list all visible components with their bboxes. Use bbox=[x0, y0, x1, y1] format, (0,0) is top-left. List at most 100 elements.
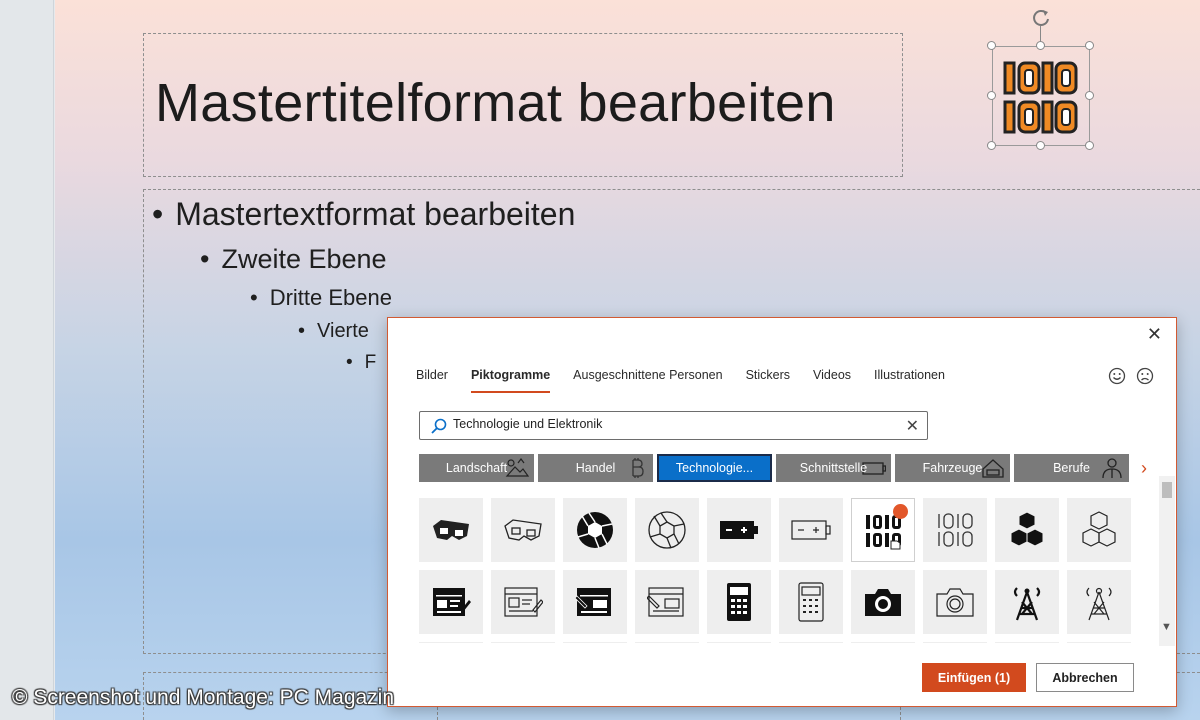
aperture-filled-icon bbox=[577, 512, 613, 549]
icon-grid-scrollbar[interactable]: ▼ bbox=[1159, 476, 1175, 646]
icon-tile[interactable] bbox=[851, 570, 915, 634]
slide-title: Mastertitelformat bearbeiten bbox=[155, 73, 836, 133]
icon-tile[interactable] bbox=[419, 570, 483, 634]
binary-outline-icon bbox=[938, 513, 973, 547]
close-button[interactable]: ✕ bbox=[1147, 324, 1162, 345]
camera-filled-icon bbox=[865, 589, 901, 616]
feedback-group bbox=[1108, 367, 1154, 385]
icon-tile[interactable] bbox=[635, 498, 699, 562]
blocks-filled-icon bbox=[1010, 511, 1044, 547]
battery-filled-icon bbox=[720, 521, 758, 539]
icon-tile[interactable] bbox=[995, 642, 1059, 643]
icon-tile[interactable] bbox=[779, 642, 843, 643]
rotate-handle-icon[interactable] bbox=[1030, 7, 1052, 29]
browser-edit-outline-2-icon bbox=[647, 587, 684, 617]
icon-tile[interactable] bbox=[635, 642, 699, 643]
resize-handle[interactable] bbox=[1085, 141, 1094, 150]
resize-handle[interactable] bbox=[987, 141, 996, 150]
bullet-level-3: • Dritte Ebene bbox=[250, 285, 392, 310]
bullet-level-2: • Zweite Ebene bbox=[200, 244, 387, 274]
browser-edit-filled-icon bbox=[433, 588, 471, 616]
icon-tile[interactable] bbox=[563, 570, 627, 634]
icon-tile[interactable] bbox=[1067, 498, 1131, 562]
tab-stickers[interactable]: Stickers bbox=[746, 368, 790, 393]
icon-tile[interactable] bbox=[923, 498, 987, 562]
tab-illustrationen[interactable]: Illustrationen bbox=[874, 368, 945, 393]
chips-next-button[interactable]: › bbox=[1141, 458, 1147, 479]
cancel-button[interactable]: Abbrechen bbox=[1036, 663, 1134, 692]
smile-feedback-icon[interactable] bbox=[1108, 367, 1126, 385]
image-credit: © Screenshot und Montage: PC Magazin bbox=[12, 686, 395, 709]
icon-tile[interactable] bbox=[707, 498, 771, 562]
icon-tile[interactable] bbox=[995, 498, 1059, 562]
icon-tile[interactable] bbox=[419, 498, 483, 562]
icon-grid bbox=[419, 498, 1134, 643]
tab-videos[interactable]: Videos bbox=[813, 368, 851, 393]
icon-tile[interactable] bbox=[851, 642, 915, 643]
title-placeholder[interactable]: Mastertitelformat bearbeiten bbox=[143, 33, 903, 177]
icon-tile[interactable] bbox=[1067, 570, 1131, 634]
inserted-binary-icon[interactable] bbox=[992, 46, 1090, 146]
antenna-outline-icon bbox=[1086, 587, 1112, 621]
battery-outline-icon bbox=[791, 520, 831, 540]
category-chips: Landschaft Handel Technologie... Schnitt… bbox=[419, 454, 1129, 482]
resize-handle[interactable] bbox=[1036, 141, 1045, 150]
chip-handel[interactable]: Handel bbox=[538, 454, 653, 482]
scrollbar-thumb[interactable] bbox=[1162, 482, 1172, 498]
chip-berufe[interactable]: Berufe bbox=[1014, 454, 1129, 482]
selected-check-icon bbox=[893, 504, 908, 519]
browser-edit-outline-icon bbox=[504, 587, 543, 617]
icon-tile[interactable] bbox=[491, 642, 555, 643]
icon-tile[interactable] bbox=[563, 498, 627, 562]
resize-handle[interactable] bbox=[1085, 91, 1094, 100]
tab-ausgeschnittene-personen[interactable]: Ausgeschnittene Personen bbox=[573, 368, 722, 393]
icon-tile[interactable] bbox=[779, 570, 843, 634]
tab-bilder[interactable]: Bilder bbox=[416, 368, 448, 393]
frown-feedback-icon[interactable] bbox=[1136, 367, 1154, 385]
chip-landschaft[interactable]: Landschaft bbox=[419, 454, 534, 482]
binary-icon bbox=[1003, 61, 1078, 134]
chip-schnittstelle[interactable]: Schnittstelle bbox=[776, 454, 891, 482]
resize-handle[interactable] bbox=[987, 91, 996, 100]
icon-tile[interactable] bbox=[491, 570, 555, 634]
search-input[interactable] bbox=[453, 417, 893, 431]
camera-outline-icon bbox=[936, 588, 974, 617]
calculator-filled-icon bbox=[727, 583, 751, 621]
insert-icons-dialog: ✕ Bilder Piktogramme Ausgeschnittene Per… bbox=[387, 317, 1177, 707]
landscape-icon bbox=[505, 458, 529, 477]
bullet-level-5: • F bbox=[346, 352, 377, 373]
search-box[interactable]: ✕ bbox=[419, 411, 928, 440]
antenna-filled-icon bbox=[1013, 587, 1041, 621]
icon-tile[interactable] bbox=[995, 570, 1059, 634]
icon-tile[interactable] bbox=[707, 642, 771, 643]
chip-fahrzeuge[interactable]: Fahrzeuge bbox=[895, 454, 1010, 482]
bullet-level-1: • Mastertextformat bearbeiten bbox=[152, 196, 576, 232]
icon-tile[interactable] bbox=[923, 642, 987, 643]
dialog-tabs: Bilder Piktogramme Ausgeschnittene Perso… bbox=[416, 368, 968, 393]
chip-technologie[interactable]: Technologie... bbox=[657, 454, 772, 482]
icon-tile-selected[interactable] bbox=[851, 498, 915, 562]
3d-glasses-filled-icon bbox=[433, 520, 469, 540]
icon-tile[interactable] bbox=[419, 642, 483, 643]
icon-tile[interactable] bbox=[491, 498, 555, 562]
icon-tile[interactable] bbox=[1067, 642, 1131, 643]
icon-tile[interactable] bbox=[635, 570, 699, 634]
calculator-outline-icon bbox=[798, 582, 824, 622]
insert-button[interactable]: Einfügen (1) bbox=[922, 663, 1026, 692]
icon-tile[interactable] bbox=[779, 498, 843, 562]
icon-tile[interactable] bbox=[563, 642, 627, 643]
search-icon bbox=[431, 418, 447, 434]
aperture-outline-icon bbox=[648, 511, 686, 549]
resize-handle[interactable] bbox=[1085, 41, 1094, 50]
resize-handle[interactable] bbox=[1036, 41, 1045, 50]
resize-handle[interactable] bbox=[987, 41, 996, 50]
browser-edit-filled-2-icon bbox=[575, 588, 611, 616]
blocks-outline-icon bbox=[1082, 511, 1116, 547]
3d-glasses-outline-icon bbox=[504, 519, 542, 541]
clear-search-button[interactable]: ✕ bbox=[906, 416, 919, 436]
icon-tile[interactable] bbox=[923, 570, 987, 634]
icon-tile[interactable] bbox=[707, 570, 771, 634]
scroll-down-arrow-icon[interactable]: ▼ bbox=[1161, 621, 1172, 633]
tab-piktogramme[interactable]: Piktogramme bbox=[470, 368, 551, 393]
vehicle-icon bbox=[982, 459, 1004, 478]
